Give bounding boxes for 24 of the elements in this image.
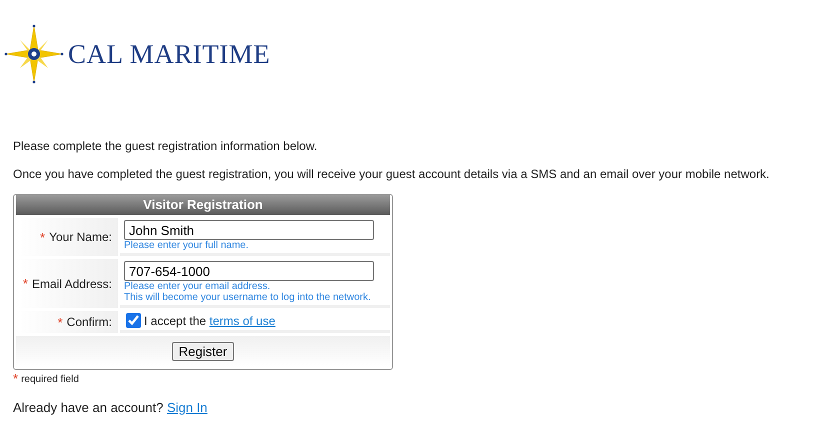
- field-label: Email Address:: [32, 276, 112, 290]
- compass-star-icon: [4, 24, 64, 84]
- checkbox-label: I accept the terms of use: [144, 314, 276, 328]
- help-text: This will become your username to log into the network.: [124, 292, 372, 303]
- help-text: Please enter your full name.: [124, 240, 250, 251]
- required-mark: *: [22, 276, 28, 291]
- required-mark: *: [58, 314, 63, 330]
- input-field[interactable]: 707-654-1000: [124, 261, 374, 281]
- checkbox[interactable]: [126, 313, 141, 328]
- input-field[interactable]: John Smith: [124, 220, 374, 240]
- required-mark: *: [40, 230, 46, 244]
- field-label: Your Name:: [49, 230, 112, 244]
- required-mark: *: [13, 371, 18, 386]
- field-label: Confirm:: [66, 315, 112, 329]
- footer-text: Already have an account?: [13, 400, 164, 415]
- terms-link[interactable]: terms of use: [209, 314, 276, 328]
- form-title: Visitor Registration: [16, 195, 390, 215]
- intro-text: Once you have completed the guest registration, you will receive your guest account details via a SMS and an email over your mobile network.: [13, 166, 770, 182]
- register-button[interactable]: Register: [172, 342, 234, 361]
- sign-in-link[interactable]: Sign In: [166, 400, 208, 415]
- help-text: Please enter your email address.: [124, 281, 272, 292]
- logo-text: CAL MARITIME: [68, 38, 270, 70]
- intro-text: Please complete the guest registration information below.: [13, 138, 318, 154]
- legend-text: required field: [21, 373, 79, 385]
